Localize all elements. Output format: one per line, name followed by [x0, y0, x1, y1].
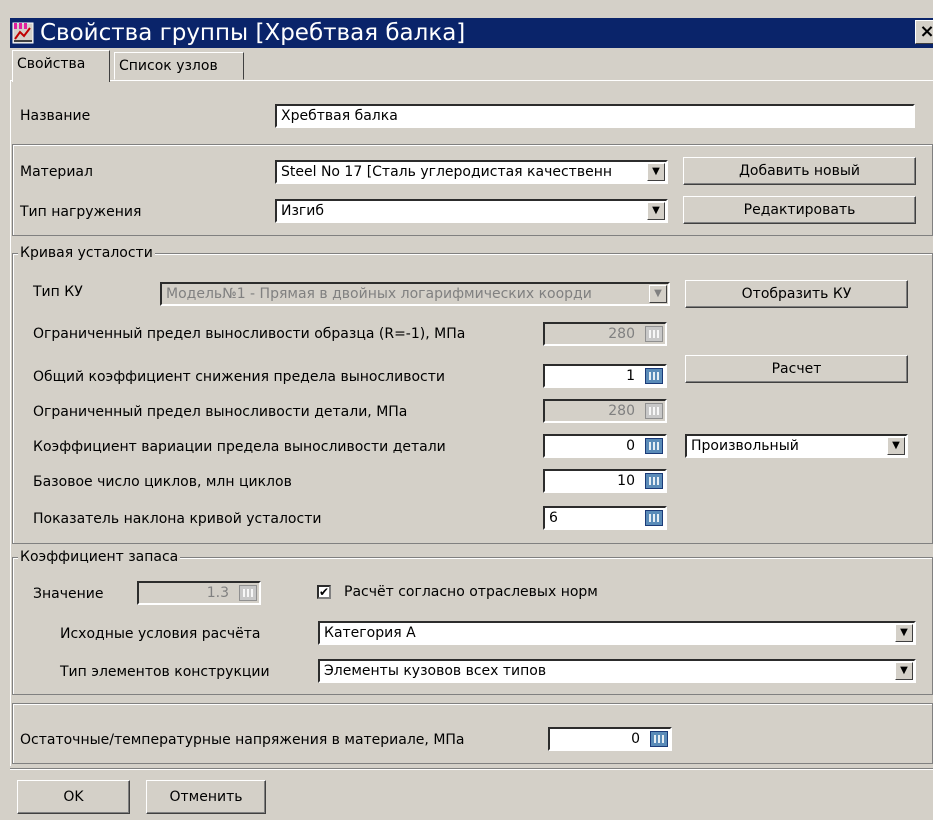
reduction-coef-value: 1	[626, 368, 635, 384]
calculator-icon[interactable]	[239, 585, 257, 601]
chevron-down-icon[interactable]: ▼	[895, 662, 913, 680]
calculator-icon[interactable]	[645, 438, 663, 454]
calculator-icon[interactable]	[645, 403, 663, 419]
base-cycles-input[interactable]: 10	[543, 469, 667, 493]
edit-material-button[interactable]: Редактировать	[683, 196, 916, 224]
close-icon: ×	[919, 21, 933, 42]
cancel-button[interactable]: Отменить	[146, 780, 266, 814]
tab-node-list[interactable]: Список узлов	[114, 52, 244, 80]
residual-label: Остаточные/температурные напряжения в ма…	[20, 732, 465, 748]
variation-coef-input[interactable]: 0	[543, 434, 667, 458]
part-limit-input[interactable]: 280	[543, 399, 667, 423]
element-type-label: Тип элементов конструкции	[60, 664, 270, 680]
reduction-coef-input[interactable]: 1	[543, 364, 667, 388]
chevron-down-icon[interactable]: ▼	[647, 163, 665, 181]
app-icon	[12, 22, 34, 44]
chevron-down-icon[interactable]: ▼	[649, 285, 667, 303]
curve-type-label: Тип КУ	[33, 284, 83, 300]
footer-separator	[10, 768, 933, 770]
residual-value: 0	[631, 731, 640, 747]
tab-properties-label: Свойства	[17, 56, 86, 72]
calculate-button[interactable]: Расчет	[685, 355, 908, 383]
checkmark-icon: ✔	[319, 585, 330, 599]
close-button[interactable]: ×	[915, 20, 933, 44]
dialog-window: Свойства группы [Хребтвая балка] × Свойс…	[0, 0, 933, 820]
slope-label: Показатель наклона кривой усталости	[33, 511, 322, 527]
safety-value: 1.3	[206, 585, 229, 601]
calculator-icon[interactable]	[645, 326, 663, 342]
tab-node-list-label: Список узлов	[119, 58, 218, 74]
fatigue-legend: Кривая усталости	[18, 245, 155, 261]
calculator-icon[interactable]	[645, 368, 663, 384]
slope-input[interactable]: 6	[543, 506, 667, 530]
name-label: Название	[20, 108, 91, 124]
chevron-down-icon[interactable]: ▼	[887, 437, 905, 455]
calculator-icon[interactable]	[645, 510, 663, 526]
load-type-value: Изгиб	[281, 203, 325, 219]
material-label: Материал	[20, 164, 93, 180]
base-cycles-label: Базовое число циклов, млн циклов	[33, 474, 292, 490]
curve-type-value: Модель№1 - Прямая в двойных логарифмичес…	[166, 286, 592, 302]
material-select[interactable]: Steel No 17 [Сталь углеродистая качестве…	[275, 160, 668, 184]
specimen-limit-input[interactable]: 280	[543, 322, 667, 346]
tab-properties[interactable]: Свойства	[12, 50, 110, 82]
norms-checkbox[interactable]: ✔	[317, 585, 331, 599]
load-type-select[interactable]: Изгиб ▼	[275, 199, 668, 223]
base-cycles-value: 10	[617, 473, 635, 489]
chevron-down-icon[interactable]: ▼	[895, 624, 913, 642]
norms-checkbox-label: Расчёт согласно отраслевых норм	[344, 584, 598, 600]
title-bar[interactable]: Свойства группы [Хребтвая балка] ×	[10, 18, 933, 48]
specimen-limit-label: Ограниченный предел выносливости образца…	[33, 326, 466, 342]
reduction-coef-label: Общий коэффициент снижения предела вынос…	[33, 369, 445, 385]
name-value: Хребтвая балка	[281, 108, 398, 124]
show-curve-button[interactable]: Отобразить КУ	[685, 280, 908, 308]
part-limit-value: 280	[608, 403, 635, 419]
safety-legend: Коэффициент запаса	[18, 549, 181, 565]
ok-button[interactable]: OK	[17, 780, 130, 814]
specimen-limit-value: 280	[608, 326, 635, 342]
load-type-label: Тип нагружения	[20, 204, 142, 220]
part-limit-label: Ограниченный предел выносливости детали,…	[33, 404, 408, 420]
safety-value-label: Значение	[33, 586, 104, 602]
chevron-down-icon[interactable]: ▼	[647, 202, 665, 220]
initial-conditions-value: Категория А	[324, 625, 416, 641]
residual-input[interactable]: 0	[548, 727, 672, 751]
variation-mode-select[interactable]: Произвольный ▼	[685, 434, 908, 458]
element-type-value: Элементы кузовов всех типов	[324, 663, 547, 679]
variation-coef-label: Коэффициент вариации предела выносливост…	[33, 439, 446, 455]
window-title: Свойства группы [Хребтвая балка]	[40, 20, 466, 46]
material-value: Steel No 17 [Сталь углеродистая качестве…	[281, 164, 612, 180]
slope-value: 6	[549, 510, 558, 526]
calculator-icon[interactable]	[650, 731, 668, 747]
variation-mode-value: Произвольный	[691, 438, 799, 454]
element-type-select[interactable]: Элементы кузовов всех типов ▼	[318, 659, 916, 683]
name-input[interactable]: Хребтвая балка	[275, 104, 915, 128]
initial-conditions-label: Исходные условия расчёта	[60, 626, 261, 642]
safety-value-input[interactable]: 1.3	[137, 581, 261, 605]
calculator-icon[interactable]	[645, 473, 663, 489]
add-material-button[interactable]: Добавить новый	[683, 157, 916, 185]
initial-conditions-select[interactable]: Категория А ▼	[318, 621, 916, 645]
variation-coef-value: 0	[626, 438, 635, 454]
curve-type-select[interactable]: Модель№1 - Прямая в двойных логарифмичес…	[160, 282, 670, 306]
